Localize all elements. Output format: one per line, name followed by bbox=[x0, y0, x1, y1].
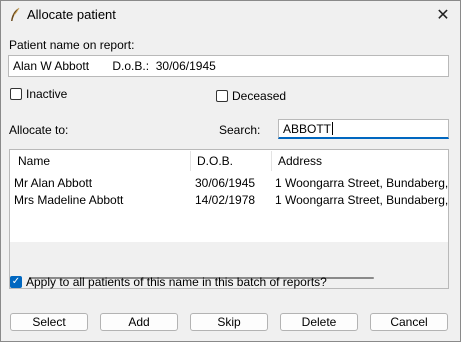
patient-address-cell: 1 Woongarra Street, Bundaberg, 467 bbox=[275, 175, 449, 190]
checkmark-icon: ✓ bbox=[11, 276, 21, 287]
patient-list-body: Name D.O.B. Address Mr Alan Abbott 30/06… bbox=[10, 150, 448, 242]
dialog-body: Patient name on report: Alan W Abbott D.… bbox=[1, 29, 460, 341]
delete-button[interactable]: Delete bbox=[280, 313, 358, 331]
inactive-checkbox-box[interactable] bbox=[10, 88, 22, 100]
patient-name-cell: Mrs Madeline Abbott bbox=[14, 192, 124, 207]
column-header-address[interactable]: Address bbox=[272, 150, 448, 172]
column-header-name[interactable]: Name bbox=[12, 150, 190, 172]
select-button[interactable]: Select bbox=[10, 313, 88, 331]
apply-all-label: Apply to all patients of this name in th… bbox=[26, 275, 327, 289]
apply-all-checkbox[interactable]: ✓ Apply to all patients of this name in … bbox=[10, 275, 327, 289]
patient-list[interactable]: Name D.O.B. Address Mr Alan Abbott 30/06… bbox=[9, 149, 449, 289]
inactive-label: Inactive bbox=[26, 87, 68, 101]
title-bar: Allocate patient ✕ bbox=[1, 1, 460, 29]
deceased-label: Deceased bbox=[232, 89, 287, 103]
patient-dob-cell: 30/06/1945 bbox=[195, 175, 256, 190]
apply-all-checkbox-box[interactable]: ✓ bbox=[10, 276, 22, 288]
quill-icon bbox=[11, 7, 20, 21]
patient-name-cell: Mr Alan Abbott bbox=[14, 175, 93, 190]
search-input-text: ABBOTT bbox=[283, 121, 332, 136]
list-header: Name D.O.B. Address bbox=[10, 150, 448, 172]
window-title: Allocate patient bbox=[27, 7, 116, 22]
close-icon: ✕ bbox=[436, 7, 450, 24]
list-item[interactable]: Mr Alan Abbott 30/06/1945 1 Woongarra St… bbox=[10, 174, 448, 191]
allocate-to-label: Allocate to: bbox=[9, 123, 69, 137]
text-caret bbox=[332, 122, 334, 135]
search-label: Search: bbox=[219, 123, 261, 137]
list-item[interactable]: Mrs Madeline Abbott 14/02/1978 1 Woongar… bbox=[10, 191, 448, 208]
skip-button[interactable]: Skip bbox=[190, 313, 268, 331]
cancel-button[interactable]: Cancel bbox=[370, 313, 448, 331]
add-button[interactable]: Add bbox=[100, 313, 178, 331]
patient-name-field[interactable]: Alan W Abbott D.o.B.: 30/06/1945 bbox=[8, 55, 449, 77]
deceased-checkbox-box[interactable] bbox=[216, 90, 228, 102]
close-button[interactable]: ✕ bbox=[426, 1, 460, 29]
patient-dob-cell: 14/02/1978 bbox=[195, 192, 256, 207]
patient-name-label: Patient name on report: bbox=[9, 38, 135, 52]
inactive-checkbox[interactable]: Inactive bbox=[10, 87, 67, 101]
search-input[interactable]: ABBOTT bbox=[278, 119, 449, 139]
patient-address-cell: 1 Woongarra Street, Bundaberg, 467 bbox=[275, 192, 449, 207]
deceased-checkbox[interactable]: Deceased bbox=[216, 89, 286, 103]
allocate-patient-dialog: Allocate patient ✕ Patient name on repor… bbox=[0, 0, 461, 342]
column-header-dob[interactable]: D.O.B. bbox=[191, 150, 271, 172]
